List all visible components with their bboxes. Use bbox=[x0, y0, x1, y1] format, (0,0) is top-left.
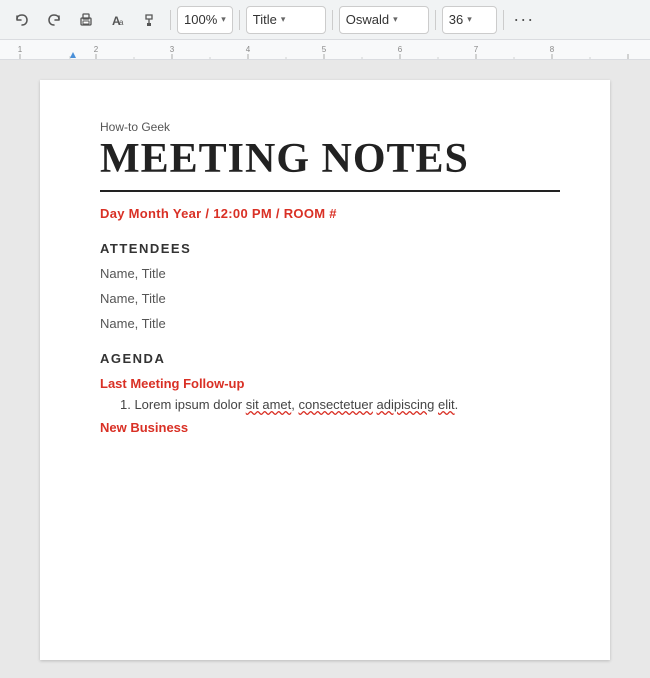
redo-icon bbox=[46, 12, 62, 28]
svg-text:2: 2 bbox=[94, 45, 99, 54]
svg-text:7: 7 bbox=[474, 45, 479, 54]
zoom-dropdown[interactable]: 100% ▾ bbox=[177, 6, 233, 34]
redo-button[interactable] bbox=[40, 6, 68, 34]
divider-3 bbox=[332, 10, 333, 30]
attendee-3: Name, Title bbox=[100, 316, 560, 331]
toolbar: A a 100% ▾ Title ▾ Oswald ▾ 36 ▾ ··· bbox=[0, 0, 650, 40]
attendee-1: Name, Title bbox=[100, 266, 560, 281]
doc-divider bbox=[100, 190, 560, 192]
svg-text:5: 5 bbox=[322, 45, 327, 54]
underline-consectetuer: consectetuer bbox=[298, 397, 372, 412]
divider-4 bbox=[435, 10, 436, 30]
attendees-heading: ATTENDEES bbox=[100, 241, 560, 256]
font-dropdown[interactable]: Oswald ▾ bbox=[339, 6, 429, 34]
svg-text:1: 1 bbox=[18, 45, 23, 54]
print-icon bbox=[78, 12, 94, 28]
paint-format-icon bbox=[142, 12, 158, 28]
doc-meta: Day Month Year / 12:00 PM / ROOM # bbox=[100, 206, 560, 221]
size-chevron-icon: ▾ bbox=[467, 14, 472, 25]
size-label: 36 bbox=[449, 12, 463, 27]
divider-5 bbox=[503, 10, 504, 30]
svg-text:4: 4 bbox=[246, 45, 251, 54]
text-style-icon: A a bbox=[110, 12, 126, 28]
doc-subtitle: How-to Geek bbox=[100, 120, 560, 134]
attendee-2: Name, Title bbox=[100, 291, 560, 306]
style-chevron-icon: ▾ bbox=[281, 14, 286, 25]
paint-format-button[interactable] bbox=[136, 6, 164, 34]
zoom-value: 100% bbox=[184, 12, 217, 27]
font-label: Oswald bbox=[346, 12, 389, 27]
document-area: How-to Geek MEETING NOTES Day Month Year… bbox=[0, 60, 650, 678]
svg-text:3: 3 bbox=[170, 45, 175, 54]
underline-elit: elit bbox=[438, 397, 455, 412]
document-page: How-to Geek MEETING NOTES Day Month Year… bbox=[40, 80, 610, 660]
numbered-prefix: 1. Lorem ipsum dolor bbox=[120, 397, 246, 412]
undo-button[interactable] bbox=[8, 6, 36, 34]
zoom-chevron-icon: ▾ bbox=[221, 14, 226, 25]
agenda-numbered-item-1: 1. Lorem ipsum dolor sit amet, consectet… bbox=[120, 397, 560, 412]
print-button[interactable] bbox=[72, 6, 100, 34]
underline-sit-amet: sit amet bbox=[246, 397, 292, 412]
text-style-button[interactable]: A a bbox=[104, 6, 132, 34]
doc-title: MEETING NOTES bbox=[100, 136, 560, 182]
svg-text:8: 8 bbox=[550, 45, 555, 54]
more-options-button[interactable]: ··· bbox=[510, 6, 538, 34]
undo-icon bbox=[14, 12, 30, 28]
style-label: Title bbox=[253, 12, 277, 27]
underline-adipiscing: adipiscing bbox=[377, 397, 435, 412]
style-dropdown[interactable]: Title ▾ bbox=[246, 6, 326, 34]
font-chevron-icon: ▾ bbox=[393, 14, 398, 25]
ruler-svg: 1 2 3 4 5 6 7 8 bbox=[0, 40, 650, 60]
svg-text:a: a bbox=[119, 18, 124, 27]
svg-text:6: 6 bbox=[398, 45, 403, 54]
agenda-item-2-heading: New Business bbox=[100, 420, 560, 435]
agenda-heading: AGENDA bbox=[100, 351, 560, 366]
agenda-item-1-heading: Last Meeting Follow-up bbox=[100, 376, 560, 391]
size-dropdown[interactable]: 36 ▾ bbox=[442, 6, 497, 34]
divider-2 bbox=[239, 10, 240, 30]
divider-1 bbox=[170, 10, 171, 30]
more-icon: ··· bbox=[513, 9, 534, 30]
ruler: 1 2 3 4 5 6 7 8 bbox=[0, 40, 650, 60]
